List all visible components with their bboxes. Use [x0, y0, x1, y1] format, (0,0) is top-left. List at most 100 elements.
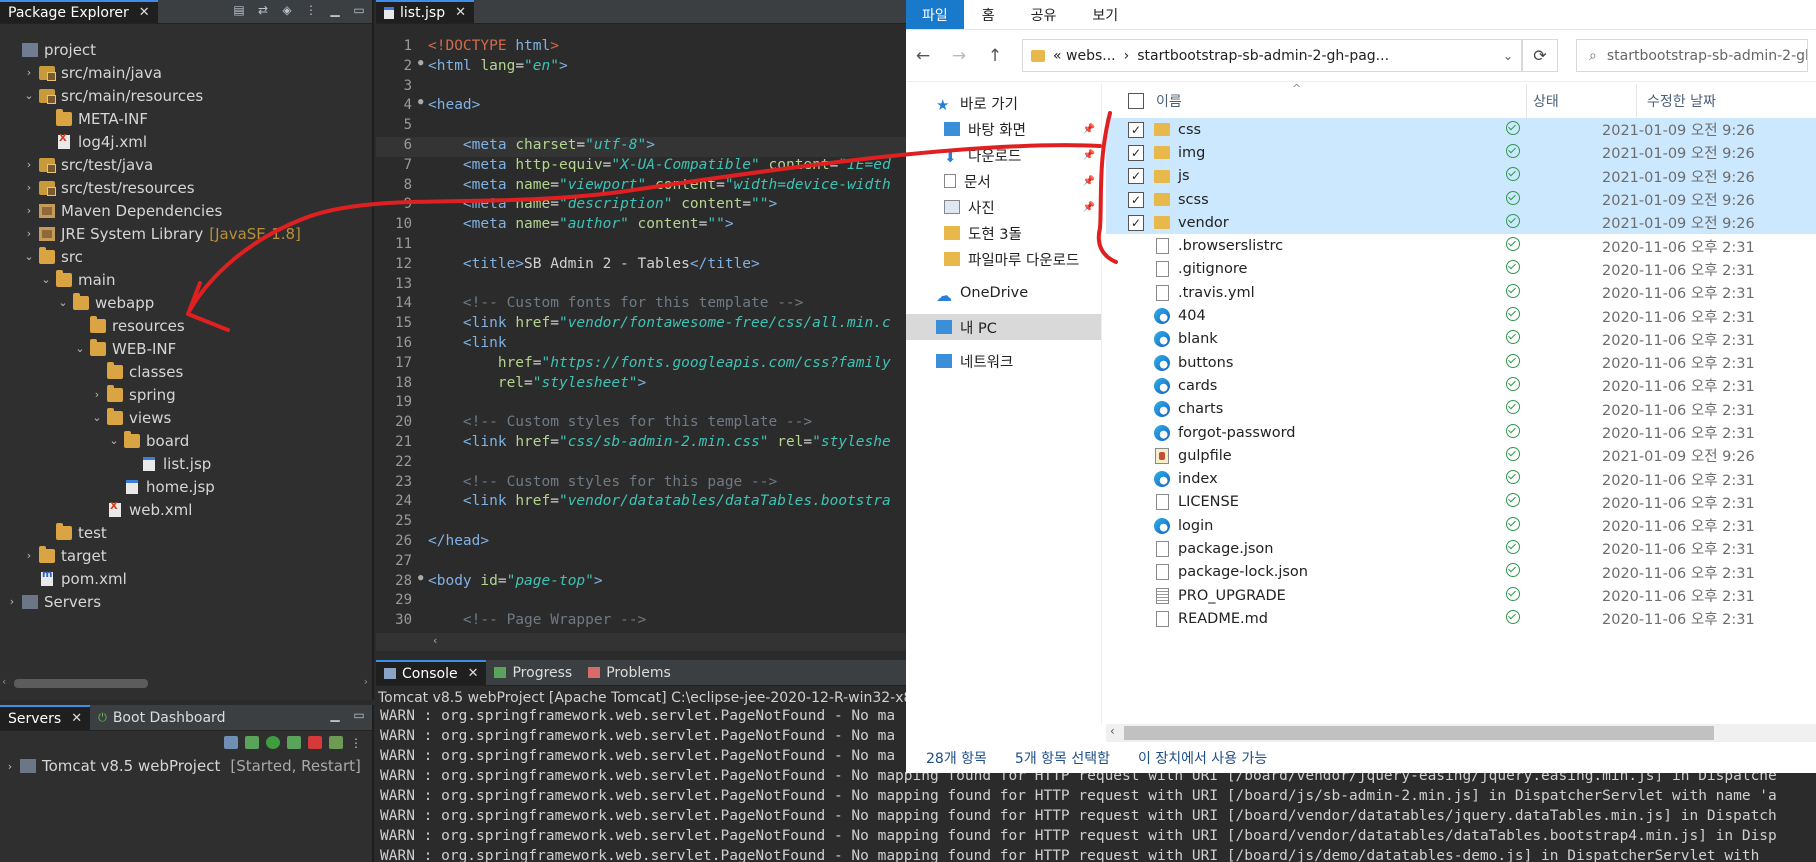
code-line[interactable]: 4 ● <head>	[376, 97, 906, 117]
ribbon-tab[interactable]: 보기	[1074, 0, 1136, 29]
nav-item[interactable]: 내 PC	[906, 314, 1101, 340]
nav-item[interactable]: 바탕 화면 📌	[906, 116, 1101, 142]
search-input[interactable]: ⌕ startbootstrap-sb-admin-2-gh-pa	[1576, 39, 1808, 72]
code-line[interactable]: 13	[376, 276, 906, 296]
code-line[interactable]: 26 </head>	[376, 533, 906, 553]
tree-item[interactable]: ⌄ board	[0, 429, 372, 452]
tree-item[interactable]: › src/main/java	[0, 61, 372, 84]
address-bar[interactable]: « webs... › startbootstrap-sb-admin-2-gh…	[1022, 39, 1522, 72]
close-icon[interactable]: ✕	[139, 5, 150, 20]
ribbon-tab[interactable]: 파일	[906, 0, 964, 29]
file-row[interactable]: ✓ img 2021-01-09 오전 9:26	[1106, 141, 1816, 165]
scrollbar-thumb[interactable]	[14, 679, 148, 688]
maximize-icon[interactable]: ▭	[352, 3, 366, 17]
code-line[interactable]: 23 <!-- Custom styles for this page -->	[376, 474, 906, 494]
code-line[interactable]: 8 <meta name="viewport" content="width=d…	[376, 177, 906, 197]
file-row[interactable]: README.md 2020-11-06 오후 2:31	[1106, 607, 1816, 630]
file-row[interactable]: forgot-password 2020-11-06 오후 2:31	[1106, 421, 1816, 444]
code-line[interactable]: 16 <link	[376, 335, 906, 355]
file-row[interactable]: .travis.yml 2020-11-06 오후 2:31	[1106, 281, 1816, 304]
chevron-right-icon[interactable]: ›	[23, 549, 35, 562]
link-with-editor-icon[interactable]: ⇄	[256, 3, 270, 17]
tab-boot-dashboard[interactable]: ⏻ Boot Dashboard	[90, 705, 233, 730]
file-row[interactable]: cards 2020-11-06 오후 2:31	[1106, 374, 1816, 397]
tree-item[interactable]: › spring	[0, 383, 372, 406]
nav-item[interactable]: ★ 바로 가기	[906, 90, 1101, 116]
view-menu-icon[interactable]: ⋮	[304, 3, 318, 17]
tree-item[interactable]: ⌄ webapp	[0, 291, 372, 314]
code-line[interactable]: 29	[376, 592, 906, 612]
scroll-left-icon[interactable]: ‹	[1110, 724, 1115, 738]
nav-item[interactable]: 네트워크	[906, 348, 1101, 374]
chevron-down-icon[interactable]: ⌄	[57, 296, 69, 309]
file-row[interactable]: index 2020-11-06 오후 2:31	[1106, 467, 1816, 490]
file-row[interactable]: buttons 2020-11-06 오후 2:31	[1106, 351, 1816, 374]
chevron-right-icon[interactable]: ›	[23, 227, 35, 240]
scroll-right-icon[interactable]: ›	[364, 675, 368, 688]
tree-item[interactable]: › target	[0, 544, 372, 567]
fold-marker-icon[interactable]: ●	[418, 58, 428, 78]
row-checkbox[interactable]: ✓	[1128, 191, 1144, 208]
up-arrow-icon[interactable]: ↑	[986, 46, 1004, 66]
back-arrow-icon[interactable]: ←	[914, 46, 932, 66]
close-icon[interactable]: ✕	[468, 666, 479, 681]
file-row[interactable]: gulpfile 2021-01-09 오전 9:26	[1106, 444, 1816, 467]
start-icon[interactable]	[266, 736, 280, 749]
nav-item[interactable]: 파일마루 다운로드	[906, 246, 1101, 272]
tree-item[interactable]: ⌄ views	[0, 406, 372, 429]
code-line[interactable]: 20 <!-- Custom styles for this template …	[376, 414, 906, 434]
code-line[interactable]: 21 <link href="css/sb-admin-2.min.css" r…	[376, 434, 906, 454]
server-entry[interactable]: › Tomcat v8.5 webProject [Started, Resta…	[4, 757, 361, 775]
chevron-down-icon[interactable]: ⌄	[23, 89, 35, 102]
stop-icon[interactable]	[308, 736, 322, 749]
file-row[interactable]: package-lock.json 2020-11-06 오후 2:31	[1106, 561, 1816, 584]
tree-item[interactable]: › Maven Dependencies	[0, 199, 372, 222]
file-row[interactable]: package.json 2020-11-06 오후 2:31	[1106, 537, 1816, 560]
expand-icon[interactable]: ›	[4, 760, 16, 773]
chevron-right-icon[interactable]: ›	[91, 388, 103, 401]
scrollbar-thumb[interactable]	[1124, 726, 1714, 740]
code-line[interactable]: 24 <link href="vendor/datatables/dataTab…	[376, 493, 906, 513]
ribbon-tab[interactable]: 홈	[964, 0, 1013, 29]
tree-item[interactable]: › Servers	[0, 590, 372, 613]
tree-item[interactable]: ⌄ main	[0, 268, 372, 291]
debug-icon[interactable]	[245, 736, 259, 749]
tree-item[interactable]: home.jsp	[0, 475, 372, 498]
column-name[interactable]: 이름	[1156, 91, 1526, 111]
column-state[interactable]: 상태	[1526, 83, 1636, 118]
scroll-left-icon[interactable]: ‹	[433, 634, 437, 647]
code-line[interactable]: 1 <!DOCTYPE html>	[376, 38, 906, 58]
row-checkbox[interactable]: ✓	[1128, 214, 1144, 231]
code-area[interactable]: 1 <!DOCTYPE html> 2 ● <html lang="en"> 3 4 ● <he…	[376, 38, 906, 632]
tab-servers[interactable]: Servers ✕	[0, 705, 91, 730]
scroll-left-icon[interactable]: ‹	[2, 675, 6, 688]
maximize-icon[interactable]: ▭	[352, 708, 366, 722]
tab-package-explorer[interactable]: Package Explorer ✕	[0, 0, 158, 23]
new-server-icon[interactable]	[224, 736, 238, 749]
address-prefix[interactable]: « webs...	[1053, 48, 1116, 64]
file-row[interactable]: ✓ css 2021-01-09 오전 9:26	[1106, 118, 1816, 142]
tree-item[interactable]: ⌄ WEB-INF	[0, 337, 372, 360]
row-checkbox[interactable]: ✓	[1128, 121, 1144, 138]
nav-item[interactable]: ☁ OneDrive	[906, 280, 1101, 306]
chevron-right-icon[interactable]: ›	[23, 204, 35, 217]
chevron-down-icon[interactable]: ⌄	[91, 411, 103, 424]
code-line[interactable]: 22	[376, 454, 906, 474]
file-row[interactable]: 404 2020-11-06 오후 2:31	[1106, 304, 1816, 327]
file-row[interactable]: blank 2020-11-06 오후 2:31	[1106, 328, 1816, 351]
row-checkbox[interactable]: ✓	[1128, 144, 1144, 161]
fold-marker-icon[interactable]: ●	[418, 97, 428, 117]
file-row[interactable]: ✓ js 2021-01-09 오전 9:26	[1106, 164, 1816, 188]
code-line[interactable]: 12 <title>SB Admin 2 - Tables</title>	[376, 256, 906, 276]
file-row[interactable]: ✓ scss 2021-01-09 오전 9:26	[1106, 187, 1816, 212]
tree-item[interactable]: ⌄ src	[0, 245, 372, 268]
forward-arrow-icon[interactable]: →	[950, 46, 968, 66]
close-icon[interactable]: ✕	[71, 711, 82, 726]
chevron-down-icon[interactable]: ⌄	[1503, 49, 1513, 63]
row-checkbox[interactable]: ✓	[1128, 168, 1144, 185]
nav-item[interactable]: ⬇ 다운로드 📌	[906, 142, 1101, 168]
close-icon[interactable]: ✕	[455, 5, 466, 20]
code-line[interactable]: 27	[376, 553, 906, 573]
code-line[interactable]: 7 <meta http-equiv="X-UA-Compatible" con…	[376, 157, 906, 177]
chevron-down-icon[interactable]: ⌄	[40, 273, 52, 286]
